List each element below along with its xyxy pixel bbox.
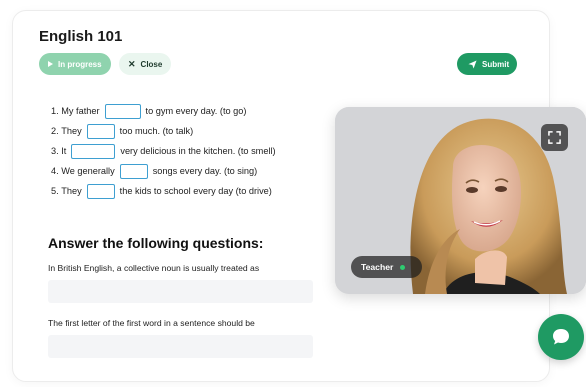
submit-label: Submit bbox=[482, 59, 510, 69]
answer-blank[interactable] bbox=[119, 163, 148, 179]
answer-input[interactable] bbox=[48, 335, 313, 358]
exercise-text-before: My father bbox=[61, 106, 100, 116]
exercise-text-before: It bbox=[61, 146, 67, 156]
chat-bubble-icon bbox=[553, 329, 569, 345]
online-status-dot bbox=[400, 264, 406, 270]
exercise-number: 3. bbox=[51, 146, 59, 156]
exercise-row: 2. They too much. (to talk) bbox=[51, 121, 276, 141]
teacher-name-tag: Teacher bbox=[351, 256, 422, 278]
close-button[interactable]: ✕ Close bbox=[119, 53, 171, 75]
exercise-row: 1. My father to gym every day. (to go) bbox=[51, 101, 276, 121]
exercise-text-before: They bbox=[61, 186, 82, 196]
exercise-text-after: very delicious in the kitchen. (to smell… bbox=[120, 146, 276, 156]
close-icon: ✕ bbox=[128, 58, 136, 69]
teacher-label: Teacher bbox=[361, 262, 394, 272]
exercise-row: 3. It very delicious in the kitchen. (to… bbox=[51, 141, 276, 161]
status-label: In progress bbox=[58, 59, 102, 69]
questions-heading: Answer the following questions: bbox=[48, 235, 264, 251]
exercise-row: 4. We generally songs every day. (to sin… bbox=[51, 161, 276, 181]
send-icon bbox=[468, 59, 477, 69]
question-text: The first letter of the first word in a … bbox=[48, 318, 255, 328]
answer-input[interactable] bbox=[48, 280, 313, 303]
chat-button[interactable] bbox=[538, 314, 584, 360]
fullscreen-icon bbox=[548, 131, 561, 144]
exercise-text-after: the kids to school every day (to drive) bbox=[119, 186, 272, 196]
status-badge: In progress bbox=[39, 53, 111, 75]
answer-blank[interactable] bbox=[104, 103, 141, 119]
fullscreen-button[interactable] bbox=[541, 124, 568, 151]
play-icon bbox=[48, 61, 53, 67]
answer-blank[interactable] bbox=[86, 123, 115, 139]
answer-blank[interactable] bbox=[71, 143, 116, 159]
exercise-text-before: They bbox=[61, 126, 82, 136]
fill-in-exercise: 1. My father to gym every day. (to go) 2… bbox=[51, 101, 276, 201]
exercise-number: 4. bbox=[51, 166, 59, 176]
question-text: In British English, a collective noun is… bbox=[48, 263, 260, 273]
exercise-number: 1. bbox=[51, 106, 59, 116]
answer-blank[interactable] bbox=[86, 183, 115, 199]
exercise-number: 2. bbox=[51, 126, 59, 136]
lesson-title: English 101 bbox=[39, 28, 123, 45]
exercise-row: 5. They the kids to school every day (to… bbox=[51, 181, 276, 201]
exercise-number: 5. bbox=[51, 186, 59, 196]
exercise-text-after: too much. (to talk) bbox=[119, 126, 194, 136]
exercise-text-after: songs every day. (to sing) bbox=[152, 166, 258, 176]
exercise-text-before: We generally bbox=[61, 166, 115, 176]
exercise-text-after: to gym every day. (to go) bbox=[145, 106, 247, 116]
submit-button[interactable]: Submit bbox=[457, 53, 517, 75]
close-label: Close bbox=[140, 59, 163, 69]
